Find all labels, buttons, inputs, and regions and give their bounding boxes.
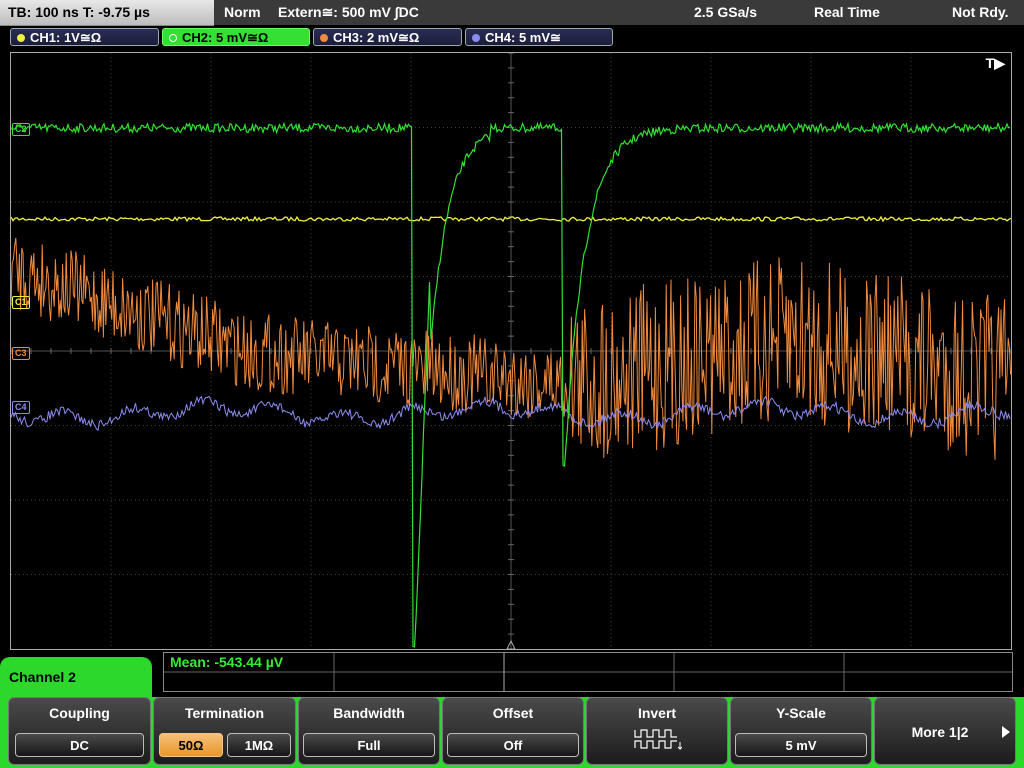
ch1-label: CH1: 1V≅Ω: [30, 30, 102, 45]
yscale-softkey[interactable]: Y-Scale 5 mV: [730, 697, 872, 765]
trigger-status: Not Rdy.: [952, 4, 1009, 20]
channel-tab-ch4[interactable]: CH4: 5 mV≅: [465, 28, 613, 46]
yscale-label: Y-Scale: [776, 705, 826, 721]
trigger-mode[interactable]: Norm: [224, 4, 261, 20]
ch4-color-dot: [472, 34, 480, 42]
ch2-label: CH2: 5 mV≅Ω: [182, 30, 269, 45]
waveform-canvas: [11, 53, 1011, 649]
bandwidth-softkey[interactable]: Bandwidth Full: [298, 697, 440, 765]
invert-softkey[interactable]: Invert: [586, 697, 728, 765]
timebase-box[interactable]: TB: 100 ns T: -9.75 µs: [0, 0, 214, 26]
offset-label: Offset: [492, 705, 534, 721]
trigger-source[interactable]: Extern≅: 500 mV ∫DC: [278, 4, 419, 21]
ch4-label: CH4: 5 mV≅: [485, 30, 561, 45]
bandwidth-value[interactable]: Full: [303, 733, 435, 757]
channel-tab-ch1[interactable]: CH1: 1V≅Ω: [10, 28, 159, 46]
measurement-panel: Mean: -543.44 µV: [163, 652, 1013, 692]
yscale-value[interactable]: 5 mV: [735, 733, 867, 757]
ch1-offset-marker[interactable]: C1: [12, 296, 30, 309]
coupling-softkey[interactable]: Coupling DC: [8, 697, 151, 765]
invert-waveform-icon: [634, 729, 682, 750]
channel-tab-ch2[interactable]: CH2: 5 mV≅Ω: [162, 28, 310, 46]
mean-readout: Mean: -543.44 µV: [170, 654, 284, 670]
ch4-offset-marker[interactable]: C4: [12, 401, 30, 414]
ch3-offset-marker[interactable]: C3: [12, 347, 30, 360]
offset-value[interactable]: Off: [447, 733, 579, 757]
coupling-label: Coupling: [49, 705, 110, 721]
waveform-display[interactable]: T▶ C2 C1 C3 C4: [10, 52, 1012, 650]
menu-title-tab: Channel 2: [0, 657, 152, 697]
invert-label: Invert: [637, 705, 677, 721]
trigger-level-marker: T▶: [985, 55, 1005, 71]
more-softkey[interactable]: More 1|2: [874, 697, 1016, 765]
termination-label: Termination: [184, 705, 265, 721]
measurement-grid: [164, 653, 1012, 691]
bandwidth-label: Bandwidth: [333, 705, 405, 721]
acquisition-mode: Real Time: [814, 4, 880, 20]
offset-softkey[interactable]: Offset Off: [442, 697, 584, 765]
more-label: More 1|2: [911, 724, 969, 740]
ch1-color-dot: [17, 34, 25, 42]
timebase-readout: TB: 100 ns T: -9.75 µs: [8, 4, 150, 20]
status-bar: TB: 100 ns T: -9.75 µs Norm Extern≅: 500…: [0, 0, 1024, 26]
chevron-right-icon: [1002, 726, 1010, 738]
coupling-value[interactable]: DC: [15, 733, 144, 757]
ch3-color-dot: [320, 34, 328, 42]
menu-title: Channel 2: [9, 669, 76, 685]
channel-tab-ch3[interactable]: CH3: 2 mV≅Ω: [313, 28, 462, 46]
ch2-offset-marker[interactable]: C2: [12, 123, 30, 136]
sample-rate: 2.5 GSa/s: [694, 4, 758, 20]
termination-softkey[interactable]: Termination 50Ω 1MΩ: [153, 697, 296, 765]
termination-50ohm-option[interactable]: 50Ω: [159, 733, 223, 757]
ch3-label: CH3: 2 mV≅Ω: [333, 30, 420, 45]
termination-1mohm-option[interactable]: 1MΩ: [227, 733, 291, 757]
ch2-color-dot: [169, 34, 177, 42]
